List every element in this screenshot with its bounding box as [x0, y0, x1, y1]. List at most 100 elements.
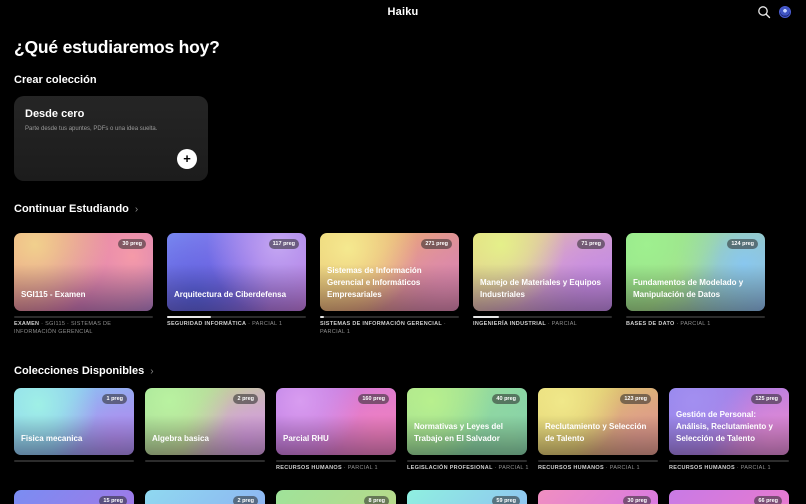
collection-card[interactable]: 59 preg [407, 490, 527, 504]
card-meta: LEGISLACIÓN PROFESIONAL · PARCIAL 1 [407, 464, 529, 472]
collection-card[interactable]: 2 preg Algebra basica [145, 388, 265, 455]
collection-card[interactable]: 124 preg Fundamentos de Modelado y Manipu… [626, 233, 765, 311]
card-meta-detail: · PARCIAL 1 [341, 465, 378, 471]
available-section-header[interactable]: Colecciones Disponibles › [14, 365, 154, 377]
create-card-subtitle: Parte desde tus apuntes, PDFs o una idea… [25, 126, 158, 132]
card-title: Algebra basica [152, 434, 209, 443]
create-card-title: Desde cero [25, 108, 85, 120]
progress-bar [626, 316, 765, 318]
question-count-badge: 8 preg [364, 496, 389, 504]
search-icon[interactable] [757, 5, 771, 19]
card-title: Normativas y Leyes del Trabajo en El Sal… [414, 422, 503, 443]
continue-section-header[interactable]: Continuar Estudiando › [14, 203, 138, 215]
collection-card[interactable]: 15 preg [14, 490, 134, 504]
avatar[interactable] [779, 6, 791, 18]
card-title: Fisica mecanica [21, 434, 83, 443]
available-section-title: Colecciones Disponibles [14, 365, 145, 377]
progress-bar [669, 460, 789, 462]
app-title: Haiku [387, 6, 419, 18]
collection-card[interactable]: 123 preg Reclutamiento y Selección de Tal… [538, 388, 658, 455]
progress-bar [14, 460, 134, 462]
card-meta: SEGURIDAD INFORMÁTICA · PARCIAL 1 [167, 320, 308, 328]
question-count-badge: 2 preg [233, 394, 258, 404]
chevron-right-icon: › [134, 204, 139, 215]
card-meta: BASES DE DATO · PARCIAL 1 [626, 320, 767, 328]
question-count-badge: 117 preg [268, 239, 299, 249]
card-meta: RECURSOS HUMANOS · PARCIAL 1 [538, 464, 660, 472]
card-meta-detail: · PARCIAL [546, 321, 578, 327]
continue-section-title: Continuar Estudiando [14, 203, 129, 215]
card-meta-type: SISTEMAS DE INFORMACIÓN GERENCIAL [320, 321, 443, 327]
progress-bar [276, 460, 396, 462]
progress-bar [320, 316, 459, 318]
collection-card[interactable]: 30 preg SGI115 - Examen [14, 233, 153, 311]
card-meta-type: RECURSOS HUMANOS [669, 465, 735, 471]
progress-bar [538, 460, 658, 462]
question-count-badge: 30 preg [118, 239, 146, 249]
question-count-badge: 123 preg [620, 394, 651, 404]
chevron-right-icon: › [150, 366, 154, 377]
card-meta-detail: · PARCIAL 1 [246, 321, 283, 327]
question-count-badge: 59 preg [492, 496, 520, 504]
top-bar: Haiku [0, 0, 806, 24]
question-count-badge: 124 preg [727, 239, 758, 249]
card-title: Fundamentos de Modelado y Manipulación d… [633, 278, 744, 299]
question-count-badge: 271 preg [421, 239, 452, 249]
card-meta-type: BASES DE DATO [626, 321, 675, 327]
create-from-scratch-card[interactable]: Desde cero Parte desde tus apuntes, PDFs… [14, 96, 208, 181]
card-title: Parcial RHU [283, 434, 329, 443]
card-title: Arquitectura de Ciberdefensa [174, 290, 287, 299]
question-count-badge: 160 preg [358, 394, 389, 404]
question-count-badge: 66 preg [754, 496, 782, 504]
card-shade [14, 264, 153, 311]
card-meta: SISTEMAS DE INFORMACIÓN GERENCIAL · PARC… [320, 320, 461, 336]
card-meta-type: RECURSOS HUMANOS [276, 465, 342, 471]
progress-bar [14, 316, 153, 318]
question-count-badge: 40 preg [492, 394, 520, 404]
question-count-badge: 125 preg [751, 394, 782, 404]
collection-card[interactable]: 1 preg Fisica mecanica [14, 388, 134, 455]
card-meta-detail: · PARCIAL 1 [492, 465, 529, 471]
card-title: Gestión de Personal: Análisis, Reclutami… [676, 410, 773, 443]
card-meta-type: LEGISLACIÓN PROFESIONAL [407, 465, 493, 471]
create-section-title: Crear colección [14, 74, 97, 86]
progress-fill [473, 316, 499, 318]
question-count-badge: 30 preg [623, 496, 651, 504]
question-count-badge: 2 preg [233, 496, 258, 504]
card-title: Sistemas de Información Gerencial e Info… [327, 266, 422, 299]
card-meta: EXAMEN · SGI115 · SISTEMAS DE INFORMACIÓ… [14, 320, 155, 336]
progress-fill [167, 316, 211, 318]
collection-card[interactable]: 8 preg [276, 490, 396, 504]
card-meta-detail: · PARCIAL 1 [603, 465, 640, 471]
card-meta: RECURSOS HUMANOS · PARCIAL 1 [276, 464, 398, 472]
page-title: ¿Qué estudiaremos hoy? [14, 37, 220, 57]
add-collection-button[interactable]: + [177, 149, 197, 169]
card-meta: RECURSOS HUMANOS · PARCIAL 1 [669, 464, 791, 472]
collection-card[interactable]: 71 preg Manejo de Materiales y Equipos In… [473, 233, 612, 311]
collection-card[interactable]: 117 preg Arquitectura de Ciberdefensa [167, 233, 306, 311]
progress-bar [473, 316, 612, 318]
collection-card[interactable]: 160 preg Parcial RHU [276, 388, 396, 455]
progress-fill [320, 316, 324, 318]
question-count-badge: 71 preg [577, 239, 605, 249]
card-title: Manejo de Materiales y Equipos Industria… [480, 278, 601, 299]
card-shade [167, 264, 306, 311]
collection-card[interactable]: 40 preg Normativas y Leyes del Trabajo en… [407, 388, 527, 455]
card-meta-type: EXAMEN [14, 321, 40, 327]
card-meta: INGENIERÍA INDUSTRIAL · PARCIAL [473, 320, 614, 328]
collection-card[interactable]: 125 preg Gestión de Personal: Análisis, R… [669, 388, 789, 455]
progress-bar [145, 460, 265, 462]
card-meta-type: SEGURIDAD INFORMÁTICA [167, 321, 247, 327]
progress-bar [407, 460, 527, 462]
collection-card[interactable]: 271 preg Sistemas de Información Gerencia… [320, 233, 459, 311]
card-meta-detail: · PARCIAL 1 [734, 465, 771, 471]
collection-card[interactable]: 30 preg [538, 490, 658, 504]
card-title: Reclutamiento y Selección de Talento [545, 422, 647, 443]
question-count-badge: 15 preg [99, 496, 127, 504]
card-meta-type: INGENIERÍA INDUSTRIAL [473, 321, 547, 327]
collection-card[interactable]: 2 preg [145, 490, 265, 504]
card-meta-detail: · PARCIAL 1 [674, 321, 711, 327]
collection-card[interactable]: 66 preg [669, 490, 789, 504]
card-meta-type: RECURSOS HUMANOS [538, 465, 604, 471]
card-title: SGI115 - Examen [21, 290, 86, 299]
